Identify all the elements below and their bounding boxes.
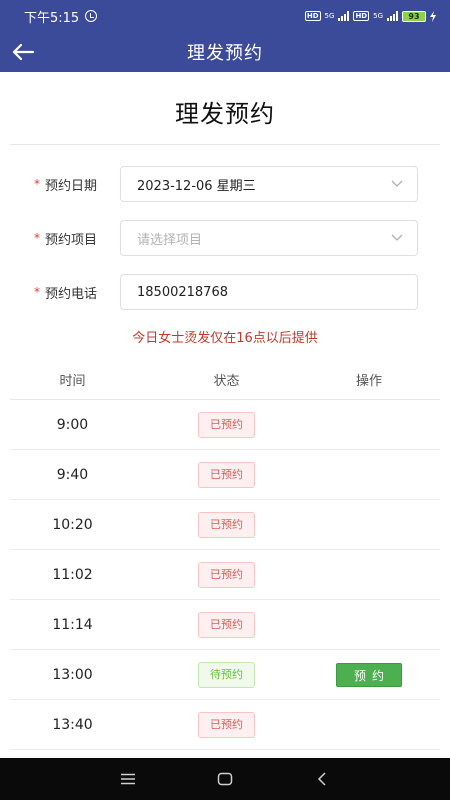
nav-back-button[interactable] [307,764,337,794]
required-mark: * [34,231,40,245]
table-row: 9:40 已预约 [10,450,440,500]
notice-text: 今日女士烫发仅在16点以后提供 [132,331,318,346]
signal-icon [387,11,398,21]
slot-time: 9:00 [56,416,89,433]
menu-icon [121,773,136,785]
slot-status-cell: 已预约 [155,411,298,438]
slot-time: 9:40 [56,466,89,483]
nav-menu-button[interactable] [113,764,143,794]
status-right: HD 5G HD 5G 93 [304,10,436,22]
header-title: 理发预约 [187,43,263,64]
status-badge: 待预约 [198,661,255,688]
slot-status-cell: 待预约 [155,661,298,688]
status-badge: 已预约 [198,611,255,638]
slot-status-cell: 已预约 [155,511,298,538]
status-bar: 下午5:15 HD 5G HD 5G 93 [0,0,450,32]
nav-home-button[interactable] [210,764,240,794]
phone-label-text: 预约电话 [45,286,98,302]
slot-status-cell: 已预约 [155,461,298,488]
header-time: 时间 [59,374,86,389]
signal-icon [338,11,350,21]
book-button[interactable]: 预约 [336,662,402,687]
table-row: 11:14 已预约 [10,600,440,650]
slot-time: 11:02 [52,566,93,583]
system-nav-bar [0,758,450,800]
slot-time: 11:14 [52,616,93,633]
status-time: 下午5:15 [24,10,80,26]
date-row: * 预约日期 2023-12-06 星期三 [0,166,450,202]
required-mark: * [34,177,40,191]
service-row: * 预约项目 请选择项目 [0,220,450,256]
hd-badge: HD [304,11,321,21]
table-header: 时间 状态 操作 [10,360,440,400]
table-row: 9:00 已预约 [10,400,440,450]
service-select[interactable]: 请选择项目 [120,220,418,256]
status-badge: 已预约 [198,411,255,438]
table-body: 9:00 已预约 9:40 已预约 10:20 已预约 11:02 已预约 11… [10,400,440,750]
table-row: 11:02 已预约 [10,550,440,600]
back-button[interactable] [10,40,36,64]
app-header: 理发预约 [0,32,450,72]
phone-row: * 预约电话 [0,274,450,310]
page-title: 理发预约 [175,100,275,128]
back-icon [317,772,326,786]
service-label-text: 预约项目 [45,232,98,248]
date-value: 2023-12-06 星期三 [137,178,256,194]
network-label: 5G [324,11,335,20]
table-row: 13:40 已预约 [10,700,440,750]
status-badge: 已预约 [198,511,255,538]
header-action: 操作 [355,374,382,389]
status-badge: 已预约 [198,461,255,488]
charging-icon [430,10,436,22]
status-left: 下午5:15 [24,7,98,26]
phone-label: * 预约电话 [34,274,97,310]
battery-icon: 93 [402,10,426,22]
date-select[interactable]: 2023-12-06 星期三 [120,166,418,202]
network-label: 5G [373,11,383,20]
status-badge: 已预约 [198,561,255,588]
slot-time: 13:40 [52,716,93,733]
table-row: 13:00 待预约 预约 [10,650,440,700]
slot-time: 10:20 [52,516,93,533]
hd-badge: HD [353,11,370,21]
divider [10,144,440,145]
slot-time: 13:00 [52,666,93,683]
required-mark: * [34,285,40,299]
phone-input[interactable] [137,284,401,300]
date-label: * 预约日期 [34,166,97,202]
alarm-icon [85,10,98,22]
chevron-down-icon [391,234,403,241]
date-label-text: 预约日期 [45,178,98,194]
status-badge: 已预约 [198,711,255,738]
service-placeholder: 请选择项目 [137,232,203,248]
service-label: * 预约项目 [34,220,97,256]
slot-action-cell: 预约 [298,662,440,687]
phone-field-wrapper [120,274,418,310]
arrow-left-icon [12,43,35,61]
slot-status-cell: 已预约 [155,711,298,738]
table-row: 10:20 已预约 [10,500,440,550]
chevron-down-icon [391,180,403,187]
home-icon [217,772,233,786]
slot-status-cell: 已预约 [155,611,298,638]
header-status: 状态 [213,374,240,389]
slot-status-cell: 已预约 [155,561,298,588]
